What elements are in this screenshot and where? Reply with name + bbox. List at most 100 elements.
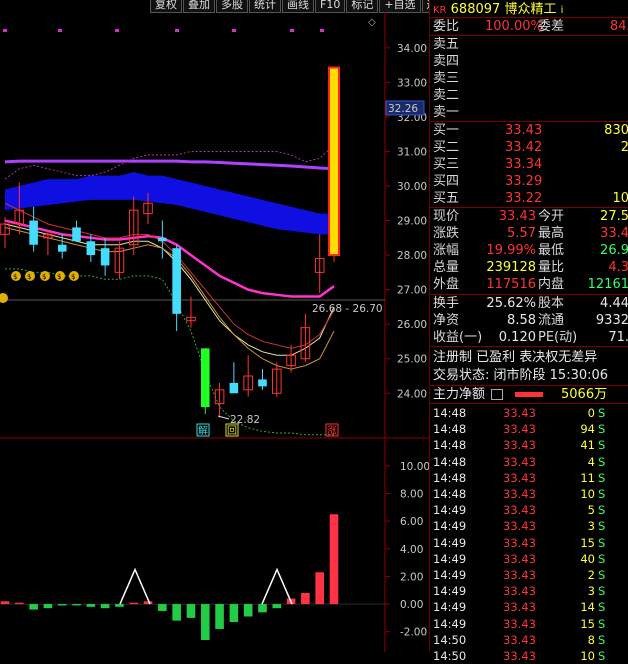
tick-side: S xyxy=(598,632,606,647)
sell-level-row: 卖一 xyxy=(433,104,628,121)
indicator-tick-label: -2.00 xyxy=(400,627,427,639)
fundamental-value: 0.120 xyxy=(498,330,536,345)
buy-level-label: 买三 xyxy=(433,157,460,172)
indicator-tick-label: 4.00 xyxy=(400,544,423,556)
tick-volume: 40 xyxy=(580,551,595,566)
quote-value: 5.57 xyxy=(507,226,536,241)
buy-level-row: 买五 33.22 10 xyxy=(433,190,628,207)
tick-row: 14:49 33.43 2 S xyxy=(433,567,628,583)
tick-side: S xyxy=(598,503,606,518)
tick-price: 33.43 xyxy=(503,487,536,501)
money-bag-shape xyxy=(0,293,8,303)
tick-row: 14:49 33.43 15 S xyxy=(433,535,628,551)
tick-side: S xyxy=(598,616,606,631)
low-pointer-line xyxy=(217,415,230,420)
tick-volume: 3 xyxy=(587,519,595,534)
ma-bands xyxy=(4,144,335,436)
tick-time: 14:49 xyxy=(433,535,467,550)
stock-header[interactable]: KR 688097 博众精工 i xyxy=(433,1,628,18)
tick-price: 33.43 xyxy=(503,422,536,437)
fundamental-value: 8.58 xyxy=(507,313,536,328)
tick-price: 33.43 xyxy=(503,551,536,566)
order-ratio-value: 100.00% xyxy=(485,19,543,34)
indicator-axis: 10.00 8.00 6.00 4.00 2.00 0.00 -2.00 xyxy=(385,461,429,639)
indicator-tick-label: 0.00 xyxy=(400,599,423,611)
quote-label-2: 最高 xyxy=(538,226,565,241)
buy-level-row: 买四 33.29 xyxy=(433,173,628,190)
tick-price: 33.43 xyxy=(503,616,536,631)
money-bag-icon: $ xyxy=(69,271,79,281)
indicator-bars xyxy=(0,514,385,640)
limit-up-candle xyxy=(328,66,340,257)
indicator-bar xyxy=(15,602,24,605)
tick-side: S xyxy=(598,519,606,534)
tick-time: 14:49 xyxy=(433,616,467,631)
stock-info-icon[interactable]: i xyxy=(561,5,564,16)
tick-volume: 10 xyxy=(580,487,595,501)
price-tick-label: 30.00 xyxy=(397,181,427,193)
tick-price: 33.43 xyxy=(503,568,536,582)
price-tick-label: 26.00 xyxy=(397,319,427,331)
indicator-bar xyxy=(200,604,210,640)
tick-time: 14:50 xyxy=(433,649,467,663)
tick-side: S xyxy=(598,584,606,599)
fundamental-label: 收益(一) xyxy=(433,330,483,345)
main-flow-row[interactable]: 主力净额 5066万 xyxy=(433,386,628,403)
candle-body xyxy=(258,379,267,387)
buy-level-label: 买四 xyxy=(433,174,460,189)
tick-volume: 2 xyxy=(587,568,595,582)
quote-label-2: 最低 xyxy=(538,243,565,258)
price-tick-label: 27.00 xyxy=(397,285,427,297)
tick-time: 14:48 xyxy=(433,422,467,437)
marker-dot xyxy=(115,29,119,32)
tick-volume: 10 xyxy=(580,649,595,663)
tick-price: 33.43 xyxy=(503,438,536,453)
quote-label-2: 今开 xyxy=(538,209,565,224)
money-bag-icon: $ xyxy=(40,271,50,281)
tick-volume: 3 xyxy=(587,584,595,599)
quote-label: 涨跌 xyxy=(433,226,460,241)
tick-time: 14:49 xyxy=(433,568,467,582)
tick-price: 33.43 xyxy=(503,600,536,615)
buy-level-volume: 10 xyxy=(612,191,628,206)
sell-level-row: 卖三 xyxy=(433,70,628,87)
buy-level-volume: 830 xyxy=(604,123,628,138)
flow-detail-icon[interactable] xyxy=(491,389,504,400)
tick-time: 14:48 xyxy=(433,454,467,469)
fundamental-value-2: 9332 xyxy=(595,313,628,328)
registration-text: 注册制 已盈利 表决权无差异 xyxy=(433,350,598,365)
indicator-bar xyxy=(115,604,124,607)
indicator-peak-marker xyxy=(119,567,151,605)
stock-code: 688097 xyxy=(450,2,501,17)
tick-side: S xyxy=(598,422,606,437)
tick-row: 14:48 33.43 10 S xyxy=(433,486,628,502)
current-price-tag-label: 32.26 xyxy=(388,103,418,115)
diamond-icon: ◇ xyxy=(368,17,376,28)
order-diff-label: 委差 xyxy=(538,19,565,34)
stock-name: 博众精工 xyxy=(504,2,557,17)
indicator-bar xyxy=(329,514,339,605)
sell-level-label: 卖五 xyxy=(433,37,460,52)
tick-side: S xyxy=(598,470,606,485)
price-axis: 34.0033.0032.0031.0030.0029.0028.0027.00… xyxy=(0,12,429,652)
indicator-bar xyxy=(129,602,139,605)
quote-label-2: 量比 xyxy=(538,260,565,275)
buy-level-label: 买一 xyxy=(433,123,460,138)
money-bag-icon xyxy=(0,293,8,303)
order-diff-value: 843 xyxy=(610,19,628,34)
indicator-bar xyxy=(72,604,81,606)
indicator-bar xyxy=(43,604,53,609)
trade-status: 交易状态: 闭市阶段 15:30:06 xyxy=(433,367,628,384)
indicator-bar xyxy=(57,604,67,606)
quote-row: 涨幅 19.99% 最低 26.9 xyxy=(433,242,628,259)
tick-side: S xyxy=(598,568,606,582)
tick-price: 33.43 xyxy=(503,519,536,534)
tick-side: S xyxy=(598,487,606,501)
indicator-bar xyxy=(215,604,224,629)
tick-time: 14:49 xyxy=(433,503,467,518)
money-bag-glyph: $ xyxy=(71,273,75,281)
price-tick-label: 24.00 xyxy=(397,388,427,400)
blue-band xyxy=(5,172,334,235)
money-bag-glyph: $ xyxy=(42,273,46,281)
tick-row: 14:48 33.43 4 S xyxy=(433,454,628,470)
